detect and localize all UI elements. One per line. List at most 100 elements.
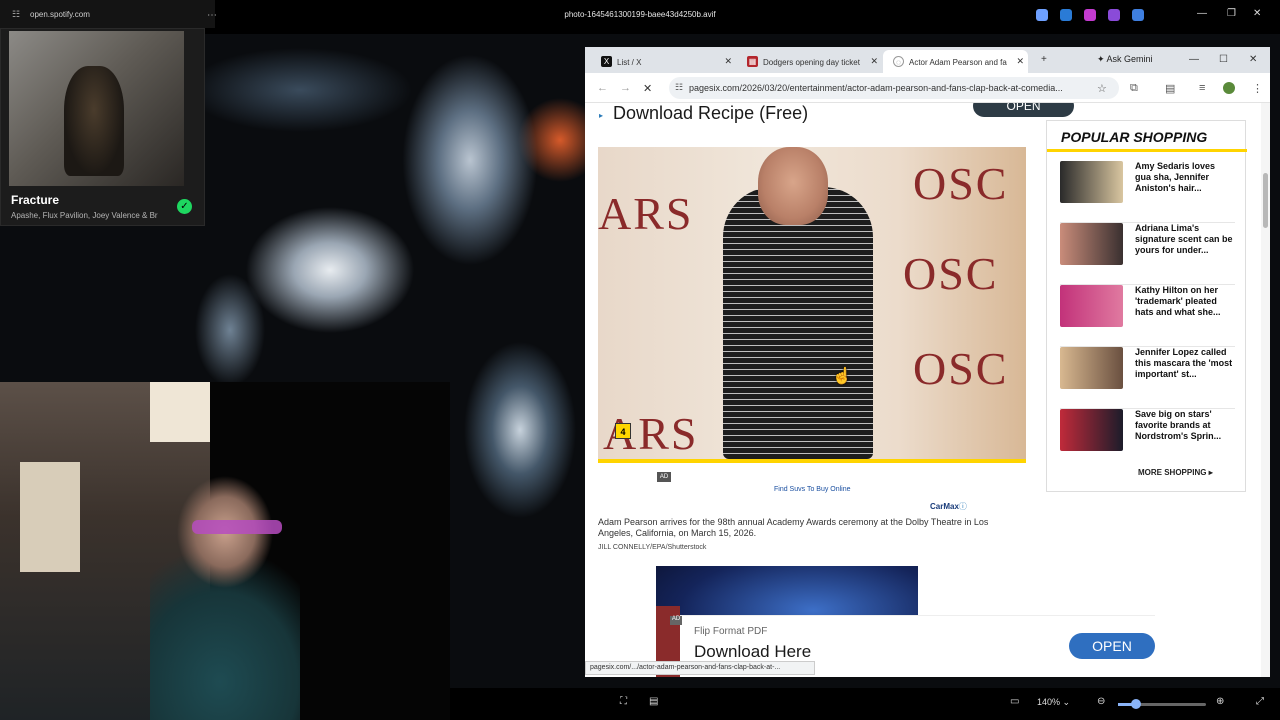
close-icon[interactable]: ✕ (1253, 8, 1261, 19)
back-icon[interactable]: ← (597, 82, 608, 94)
zoom-in-icon[interactable]: ⊕ (1216, 696, 1224, 707)
webcam-feed (0, 382, 450, 720)
x-logo-icon: X (601, 56, 612, 67)
spotify-url-bar: ☷ open.spotify.com (0, 0, 215, 28)
banner-open-button[interactable]: OPEN (973, 103, 1074, 117)
address-text: pagesix.com/2026/03/20/entertainment/act… (689, 83, 1063, 93)
address-bar[interactable]: ☷ pagesix.com/2026/03/20/entertainment/a… (669, 77, 1119, 99)
minimize-icon[interactable]: — (1197, 8, 1207, 19)
zoom-level[interactable]: 140% ⌄ (1037, 697, 1070, 708)
ad-open-button[interactable]: OPEN (1069, 633, 1155, 659)
ticket-site-icon: ▦ (747, 56, 758, 67)
stop-loading-icon[interactable]: ✕ (643, 82, 652, 95)
tab-pagesix[interactable]: ◌ Actor Adam Pearson and fa ✕ (883, 50, 1028, 73)
shopping-item[interactable]: Jennifer Lopez called this mascara the '… (1060, 347, 1235, 409)
shopping-item[interactable]: Amy Sedaris loves gua sha, Jennifer Anis… (1060, 161, 1235, 223)
tab-label: List / X (617, 58, 642, 67)
shopping-thumbnail (1060, 347, 1123, 389)
shopping-thumbnail (1060, 285, 1123, 327)
shopping-headline: Adriana Lima's signature scent can be yo… (1135, 223, 1233, 255)
fit-window-icon[interactable]: ▭ (1010, 696, 1019, 707)
site-settings-icon[interactable]: ☷ (12, 9, 20, 20)
page-content: ▸ Download Recipe (Free) OPEN ARS OSC OS… (585, 103, 1270, 677)
backdrop-text: OSC (913, 343, 1009, 394)
status-url: pagesix.com/.../actor-adam-pearson-and-f… (585, 661, 815, 675)
copilot-icon[interactable] (1084, 9, 1096, 21)
more-shopping-link[interactable]: MORE SHOPPING ▸ (1138, 468, 1213, 477)
reading-mode-icon[interactable]: ▤ (1165, 82, 1175, 95)
gallery-count-badge[interactable]: 4 (615, 423, 631, 439)
ad-label: AD (657, 472, 671, 482)
sidebar-underline (1047, 149, 1247, 152)
album-art (9, 31, 184, 186)
shopping-item[interactable]: Kathy Hilton on her 'trademark' pleated … (1060, 285, 1235, 347)
backdrop-text: OSC (913, 158, 1009, 209)
carmax-ad-brand[interactable]: CarMaxⓘ (930, 501, 967, 512)
media-control-icon[interactable]: ≡ (1199, 82, 1205, 94)
banner-ad-text[interactable]: Download Recipe (Free) (613, 103, 808, 124)
ask-gemini-button[interactable]: ✦ Ask Gemini (1097, 54, 1153, 65)
carmax-label: CarMax (930, 502, 959, 511)
desktop-screen: photo-1645461300199-baee43d4250b.avif — … (0, 0, 1280, 720)
info-panel-icon[interactable]: ▤ (649, 696, 658, 707)
page-scrollbar[interactable] (1261, 103, 1270, 677)
adchoices-icon[interactable]: ▸ (599, 111, 603, 120)
tab-label: Dodgers opening day ticket (763, 58, 860, 67)
tab-x[interactable]: X List / X ✕ (591, 50, 736, 73)
menu-icon[interactable]: ⋮ (1252, 82, 1263, 95)
browser-window: X List / X ✕ ▦ Dodgers opening day ticke… (585, 47, 1270, 677)
shopping-thumbnail (1060, 161, 1123, 203)
ad-link[interactable]: Find Suvs To Buy Online (774, 486, 851, 493)
ad-headline: Download Here (694, 642, 812, 661)
shopping-headline: Kathy Hilton on her 'trademark' pleated … (1135, 285, 1221, 317)
photo-credit: JILL CONNELLY/EPA/Shutterstock (598, 544, 707, 551)
tab-close-icon[interactable]: ✕ (724, 56, 732, 67)
more-options-icon[interactable]: ⋯ (207, 10, 217, 21)
article-photo[interactable]: ARS OSC OSC OSC ARS 4 (598, 147, 1026, 459)
address-row: ← → ✕ ☷ pagesix.com/2026/03/20/entertain… (585, 73, 1270, 103)
spotify-url: open.spotify.com (30, 10, 90, 19)
sidebar-title: POPULAR SHOPPING (1061, 129, 1208, 145)
new-tab-button[interactable]: + (1041, 54, 1047, 65)
tab-close-icon[interactable]: ✕ (1016, 56, 1024, 67)
viewer-toolbar-icons (1036, 9, 1144, 21)
photo-underline (598, 459, 1026, 463)
zoom-value: 140% (1037, 697, 1061, 707)
profile-avatar[interactable] (1223, 82, 1235, 94)
spotify-now-playing[interactable]: Fracture Apashe, Flux Pavilion, Joey Val… (0, 28, 205, 226)
maximize-icon[interactable]: ❐ (1227, 8, 1236, 19)
site-info-icon[interactable]: ☷ (675, 82, 683, 93)
shopping-item[interactable]: Adriana Lima's signature scent can be yo… (1060, 223, 1235, 285)
person-figure (723, 187, 873, 459)
ad-subtitle: Flip Format PDF (694, 626, 768, 637)
forward-icon[interactable]: → (620, 82, 631, 94)
tab-close-icon[interactable]: ✕ (870, 56, 878, 67)
designer-icon[interactable] (1108, 9, 1120, 21)
browser-close-icon[interactable]: ✕ (1249, 54, 1257, 65)
shopping-thumbnail (1060, 409, 1123, 451)
tab-dodgers[interactable]: ▦ Dodgers opening day ticket ✕ (737, 50, 882, 73)
zoom-slider[interactable] (1118, 699, 1206, 709)
cloud-icon[interactable] (1132, 9, 1144, 21)
person-head (758, 147, 828, 225)
extensions-icon[interactable]: ⧉ (1130, 82, 1138, 95)
bookmark-star-icon[interactable]: ☆ (1097, 82, 1107, 95)
liked-check-icon[interactable]: ✓ (177, 199, 192, 214)
ad-label: AD (670, 616, 682, 625)
zoom-slider-knob[interactable] (1130, 699, 1141, 709)
shopping-item[interactable]: Save big on stars' favorite brands at No… (1060, 409, 1235, 471)
fit-screen-icon[interactable]: ⛶ (620, 696, 627, 707)
tab-label: Actor Adam Pearson and fa (909, 58, 1007, 67)
popular-shopping-sidebar: POPULAR SHOPPING Amy Sedaris loves gua s… (1046, 120, 1247, 492)
shopping-headline: Save big on stars' favorite brands at No… (1135, 409, 1222, 441)
edit-icon[interactable] (1036, 9, 1048, 21)
song-artist: Apashe, Flux Pavilion, Joey Valence & Br (11, 211, 158, 220)
fullscreen-icon[interactable]: ⤢ (1256, 696, 1264, 707)
tab-bar: X List / X ✕ ▦ Dodgers opening day ticke… (585, 47, 1270, 73)
browser-maximize-icon[interactable]: ☐ (1219, 54, 1228, 65)
browser-minimize-icon[interactable]: — (1189, 54, 1199, 65)
zoom-out-icon[interactable]: ⊖ (1097, 696, 1105, 707)
shopping-thumbnail (1060, 223, 1123, 265)
share-icon[interactable] (1060, 9, 1072, 21)
info-icon[interactable]: ⓘ (959, 502, 967, 511)
